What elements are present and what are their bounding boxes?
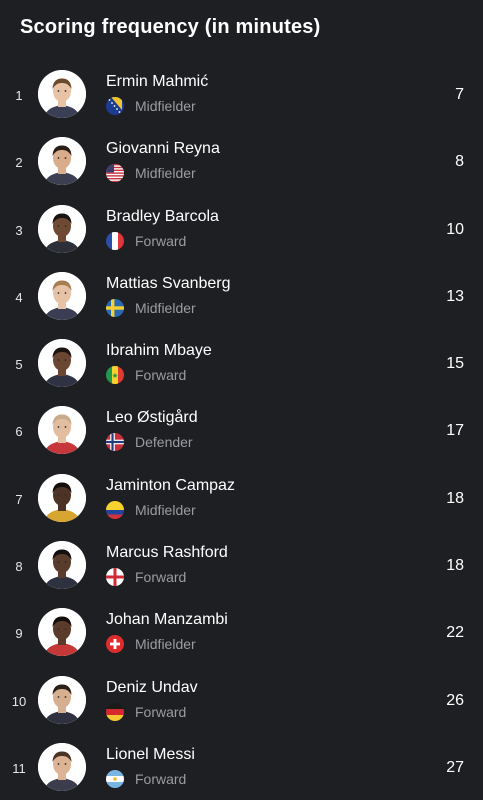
scoring-frequency-value: 7 <box>455 86 464 103</box>
player-row[interactable]: 3 Bradley Barcola Forward 10 <box>0 195 483 262</box>
player-avatar <box>38 204 86 253</box>
scoring-frequency-value: 18 <box>446 557 464 575</box>
player-avatar <box>38 339 86 388</box>
player-position: Forward <box>135 770 187 787</box>
player-avatar <box>38 675 86 724</box>
bosnia-flag-icon <box>106 97 124 115</box>
player-row[interactable]: 4 Mattias Svanberg Midfielder 13 <box>0 262 483 329</box>
player-row[interactable]: 9 Johan Manzambi Midfielder 22 <box>0 598 483 665</box>
player-name: Ermin Mahmić <box>106 73 209 90</box>
player-row[interactable]: 2 Giovanni Reyna Midfielder 8 <box>0 127 483 194</box>
player-row[interactable]: 8 Marcus Rashford Forward 18 <box>0 531 483 598</box>
player-name: Leo Østigård <box>106 409 198 427</box>
player-position: Forward <box>135 703 187 720</box>
senegal-flag-icon <box>106 366 124 385</box>
player-name: Deniz Undav <box>106 678 198 696</box>
player-avatar <box>38 406 86 455</box>
rank-number: 5 <box>15 357 23 373</box>
argentina-flag-icon <box>106 769 124 788</box>
scoring-frequency-value: 13 <box>446 287 464 305</box>
player-meta: Defender <box>106 433 193 452</box>
rank-number: 11 <box>12 760 26 776</box>
player-avatar <box>38 608 86 657</box>
player-avatar <box>38 541 86 590</box>
player-name: Mattias Svanberg <box>106 274 231 292</box>
norway-flag-icon <box>106 433 124 452</box>
player-position: Midfielder <box>135 636 196 653</box>
player-meta: Forward <box>106 231 187 250</box>
player-meta: Midfielder <box>106 97 196 115</box>
usa-flag-icon <box>106 164 124 183</box>
panel-title: Scoring frequency (in minutes) <box>20 16 321 38</box>
player-name: Johan Manzambi <box>106 611 228 629</box>
rank-number: 8 <box>15 559 23 575</box>
rank-number: 1 <box>15 88 23 103</box>
rank-number: 10 <box>11 693 27 709</box>
player-name: Giovanni Reyna <box>106 140 220 158</box>
rank-number: 2 <box>15 155 23 171</box>
player-avatar <box>38 137 86 186</box>
player-meta: Midfielder <box>106 500 196 519</box>
rank-number: 6 <box>15 424 23 440</box>
player-row[interactable]: 11 Lionel Messi Forward 27 <box>0 733 483 800</box>
player-row[interactable]: 7 Jaminton Campaz Midfielder 18 <box>0 464 483 531</box>
player-name: Ibrahim Mbaye <box>106 342 212 360</box>
rank-number: 9 <box>15 626 23 642</box>
player-meta: Forward <box>106 769 187 788</box>
player-position: Midfielder <box>135 299 196 316</box>
france-flag-icon <box>106 231 124 250</box>
player-position: Forward <box>135 569 187 586</box>
player-list: 1 Ermin Mahmić Midfielder 7 2 Giovanni Reyna M… <box>0 60 483 800</box>
player-position: Midfielder <box>135 98 196 114</box>
scoring-frequency-value: 27 <box>446 758 464 776</box>
player-avatar <box>38 70 86 118</box>
rank-number: 7 <box>15 491 23 507</box>
player-position: Midfielder <box>135 165 196 182</box>
switzerland-flag-icon <box>106 635 124 654</box>
scoring-frequency-value: 26 <box>446 691 464 709</box>
germany-flag-icon <box>106 702 124 721</box>
sweden-flag-icon <box>106 298 124 317</box>
player-position: Defender <box>135 434 193 451</box>
scoring-frequency-value: 22 <box>446 624 464 642</box>
colombia-flag-icon <box>106 500 124 519</box>
player-position: Midfielder <box>135 501 196 518</box>
scoring-frequency-value: 10 <box>446 220 464 238</box>
player-meta: Midfielder <box>106 635 196 654</box>
scoring-frequency-panel: Scoring frequency (in minutes) 1 Ermin Ma… <box>0 0 483 800</box>
scoring-frequency-value: 17 <box>446 422 464 440</box>
rank-number: 3 <box>15 222 23 238</box>
player-position: Forward <box>135 232 187 249</box>
scoring-frequency-value: 15 <box>446 355 464 373</box>
player-avatar <box>38 271 86 320</box>
scoring-frequency-value: 18 <box>446 489 464 507</box>
player-avatar <box>38 742 86 791</box>
player-meta: Forward <box>106 568 187 587</box>
player-meta: Forward <box>106 702 187 721</box>
player-meta: Midfielder <box>106 298 196 317</box>
player-name: Jaminton Campaz <box>106 476 235 494</box>
rank-number: 4 <box>15 289 23 305</box>
player-meta: Midfielder <box>106 164 196 183</box>
england-flag-icon <box>106 568 124 587</box>
player-row[interactable]: 5 Ibrahim Mbaye Forward 15 <box>0 329 483 396</box>
player-row[interactable]: 10 Deniz Undav Forward 26 <box>0 666 483 733</box>
scoring-frequency-value: 8 <box>455 153 464 171</box>
player-row[interactable]: 6 Leo Østigård Defender 17 <box>0 396 483 463</box>
player-position: Forward <box>135 367 187 384</box>
player-name: Lionel Messi <box>106 745 195 763</box>
player-name: Bradley Barcola <box>106 207 219 225</box>
player-meta: Forward <box>106 366 187 385</box>
player-row[interactable]: 1 Ermin Mahmić Midfielder 7 <box>0 60 483 127</box>
player-avatar <box>38 473 86 522</box>
player-name: Marcus Rashford <box>106 544 228 562</box>
